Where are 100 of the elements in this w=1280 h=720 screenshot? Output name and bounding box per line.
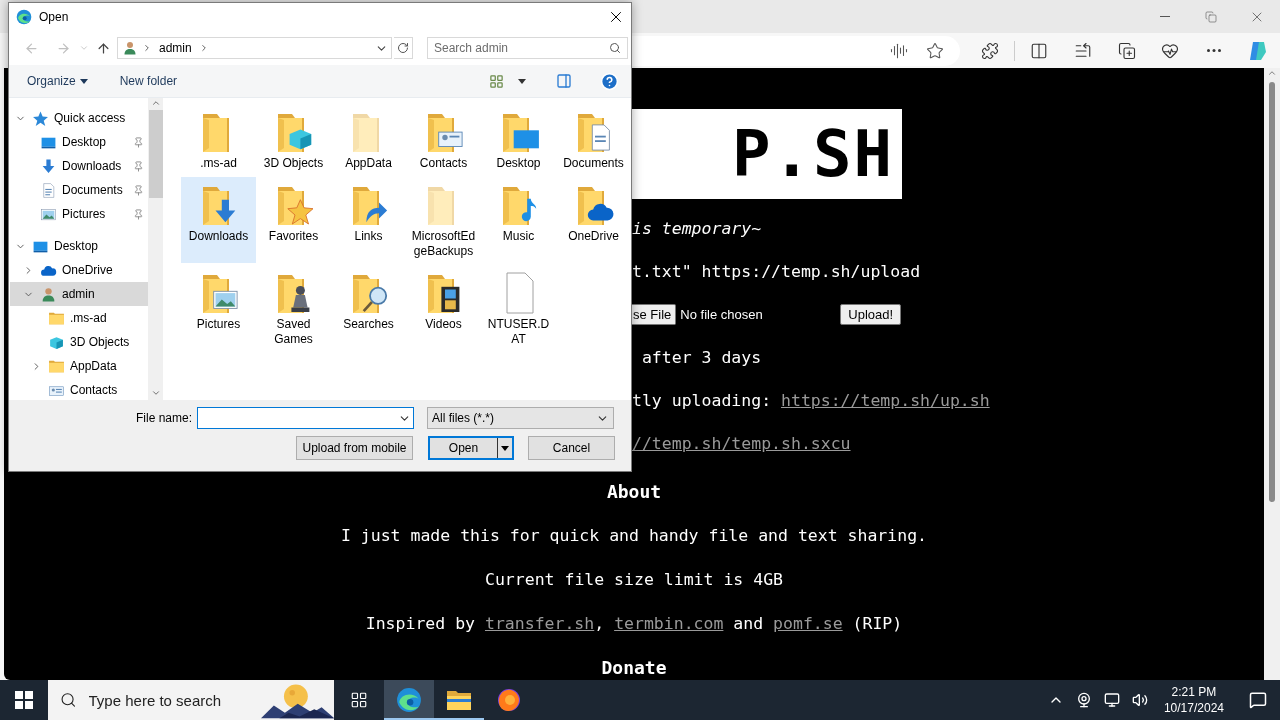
tree-item[interactable]: admin (10, 282, 149, 306)
tree-item[interactable]: OneDrive (10, 258, 149, 282)
credit-link[interactable]: termbin.com (614, 613, 724, 633)
tree-item[interactable]: Quick access (10, 106, 149, 130)
clock[interactable]: 2:21 PM 10/17/2024 (1155, 684, 1232, 716)
search-input[interactable]: Search admin (434, 40, 574, 56)
open-button[interactable]: Open (428, 436, 514, 460)
breadcrumb[interactable]: admin (156, 41, 195, 55)
task-view-icon (350, 691, 368, 709)
chevron-down-icon (79, 43, 89, 53)
pin-icon (133, 136, 145, 148)
pin-icon (133, 160, 145, 172)
folder-item[interactable]: Documents (556, 104, 631, 175)
taskbar-search-field[interactable]: Type here to search (48, 680, 334, 720)
sharex-link[interactable]: //temp.sh/temp.sh.sxcu (632, 434, 851, 453)
split-screen-icon (1029, 41, 1048, 60)
choose-file-button[interactable]: se File (632, 304, 677, 325)
tree-item[interactable]: 3D Objects (10, 330, 149, 354)
pin-icon (133, 208, 145, 220)
search-icon (60, 691, 77, 709)
notifications-icon (1249, 691, 1267, 709)
organize-button[interactable]: Organize (23, 70, 92, 92)
browser-logo-icon (16, 9, 32, 25)
file-name-field[interactable] (197, 407, 414, 429)
folder-item[interactable]: OneDrive (556, 177, 631, 263)
site-logo: P.SH (632, 109, 902, 199)
credit-link[interactable]: transfer.sh (484, 613, 595, 633)
folder-item[interactable]: 3D Objects (256, 104, 331, 175)
file-status: No file chosen (680, 307, 764, 322)
taskbar-app-button[interactable] (384, 680, 434, 720)
browser-logo-icon (396, 687, 422, 713)
help-icon (600, 71, 619, 91)
preview-pane-icon (556, 73, 572, 89)
search-field[interactable]: Search admin (427, 37, 628, 59)
preview-pane-button[interactable] (554, 71, 574, 91)
folder-item[interactable]: MicrosoftEdgeBackups (406, 177, 481, 263)
script-link[interactable]: https://temp.sh/up.sh (781, 391, 990, 410)
tree-item[interactable]: Desktop (10, 234, 149, 258)
search-icon (609, 42, 621, 54)
puzzle-icon (980, 41, 999, 60)
about-heading: About (606, 480, 662, 502)
document-icon (40, 181, 57, 199)
folder-item[interactable]: Saved Games (256, 265, 331, 351)
tree-item[interactable]: Desktop (10, 130, 149, 154)
tree-item[interactable]: Pictures (10, 202, 149, 226)
tree-item[interactable]: Contacts (10, 378, 149, 400)
refresh-button[interactable] (394, 37, 413, 59)
user-icon (122, 40, 138, 56)
scroll-down-icon[interactable] (150, 388, 161, 398)
read-aloud-icon[interactable] (890, 41, 908, 60)
list-icon (1073, 41, 1092, 60)
cancel-button[interactable]: Cancel (528, 436, 615, 460)
file-item[interactable]: NTUSER.DAT (481, 265, 556, 351)
dialog-title: Open (39, 10, 70, 24)
script-note: tly uploading: (632, 391, 773, 410)
folder-item[interactable]: Videos (406, 265, 481, 351)
credit-link[interactable]: pomf.se (773, 613, 843, 633)
caret-icon (518, 78, 526, 84)
tagline: is temporary~ (632, 219, 762, 238)
download-arrow-icon (40, 157, 57, 175)
network-icon (1103, 692, 1120, 708)
scroll-up-icon[interactable] (150, 98, 161, 108)
heart-pulse-icon (1161, 41, 1180, 60)
favorite-star-icon[interactable] (926, 41, 944, 60)
upload-from-mobile-button[interactable]: Upload from mobile (296, 436, 413, 460)
about-paragraph: I just made this for quick and handy file and text sharing. (340, 525, 928, 545)
donate-heading: Donate (601, 656, 667, 678)
fox-globe-icon (496, 687, 522, 713)
expiry-note: after 3 days (640, 348, 762, 367)
folder-item[interactable]: Pictures (181, 265, 256, 351)
tree-item[interactable]: AppData (10, 354, 149, 378)
folder-item[interactable]: Music (481, 177, 556, 263)
more-icon (1207, 49, 1222, 52)
grid-view-icon (489, 73, 504, 89)
folder-item[interactable]: AppData (331, 104, 406, 175)
address-field[interactable]: admin (117, 37, 392, 59)
scrollbar[interactable] (1264, 68, 1280, 680)
star-icon (32, 109, 49, 127)
search-input[interactable]: Type here to search (86, 690, 251, 710)
new-folder-button[interactable]: New folder (115, 70, 182, 92)
file-name-label: File name: (134, 411, 192, 425)
tree-item[interactable]: Documents (10, 178, 149, 202)
tree-scrollbar[interactable] (148, 98, 163, 400)
folder-item[interactable]: Desktop (481, 104, 556, 175)
restore-icon (1205, 10, 1217, 23)
folder-item[interactable]: Links (331, 177, 406, 263)
view-menu-button[interactable] (516, 76, 528, 86)
volume-icon (1131, 692, 1148, 708)
folder-item[interactable]: Downloads (181, 177, 256, 263)
folder-item[interactable]: Contacts (406, 104, 481, 175)
tree-item[interactable]: Downloads (10, 154, 149, 178)
folder-item[interactable]: .ms-ad (181, 104, 256, 175)
tree-item[interactable]: .ms-ad (10, 306, 149, 330)
upload-command: t.txt" https://temp.sh/upload (632, 262, 921, 281)
file-type-select[interactable]: All files (*.*) (427, 407, 614, 429)
folder-item[interactable]: Searches (331, 265, 406, 351)
windows-logo-icon (15, 691, 33, 709)
folder-item[interactable]: Favorites (256, 177, 331, 263)
upload-button[interactable]: Upload! (840, 304, 902, 325)
back-arrow-icon (23, 40, 39, 56)
